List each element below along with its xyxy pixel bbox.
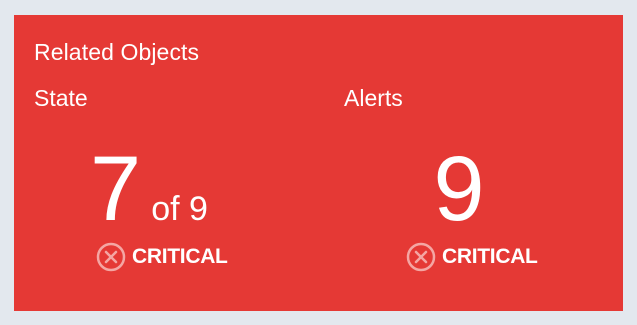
alerts-status: CRITICAL xyxy=(406,242,538,272)
alerts-count: 9 xyxy=(433,138,485,240)
state-count: 7 xyxy=(90,138,142,240)
alerts-label: Alerts xyxy=(344,85,403,111)
state-label: State xyxy=(34,85,88,111)
alerts-metric: 9 xyxy=(384,143,534,235)
tile-title: Related Objects xyxy=(34,39,200,65)
state-metric: 7 of 9 xyxy=(74,143,224,235)
x-circle-icon xyxy=(96,242,126,272)
state-status: CRITICAL xyxy=(96,242,228,272)
state-status-text: CRITICAL xyxy=(132,245,228,268)
state-total: of 9 xyxy=(151,190,208,228)
alerts-status-text: CRITICAL xyxy=(442,245,538,268)
x-circle-icon xyxy=(406,242,436,272)
related-objects-tile[interactable]: Related Objects State Alerts 7 of 9 9 CR… xyxy=(14,15,623,311)
